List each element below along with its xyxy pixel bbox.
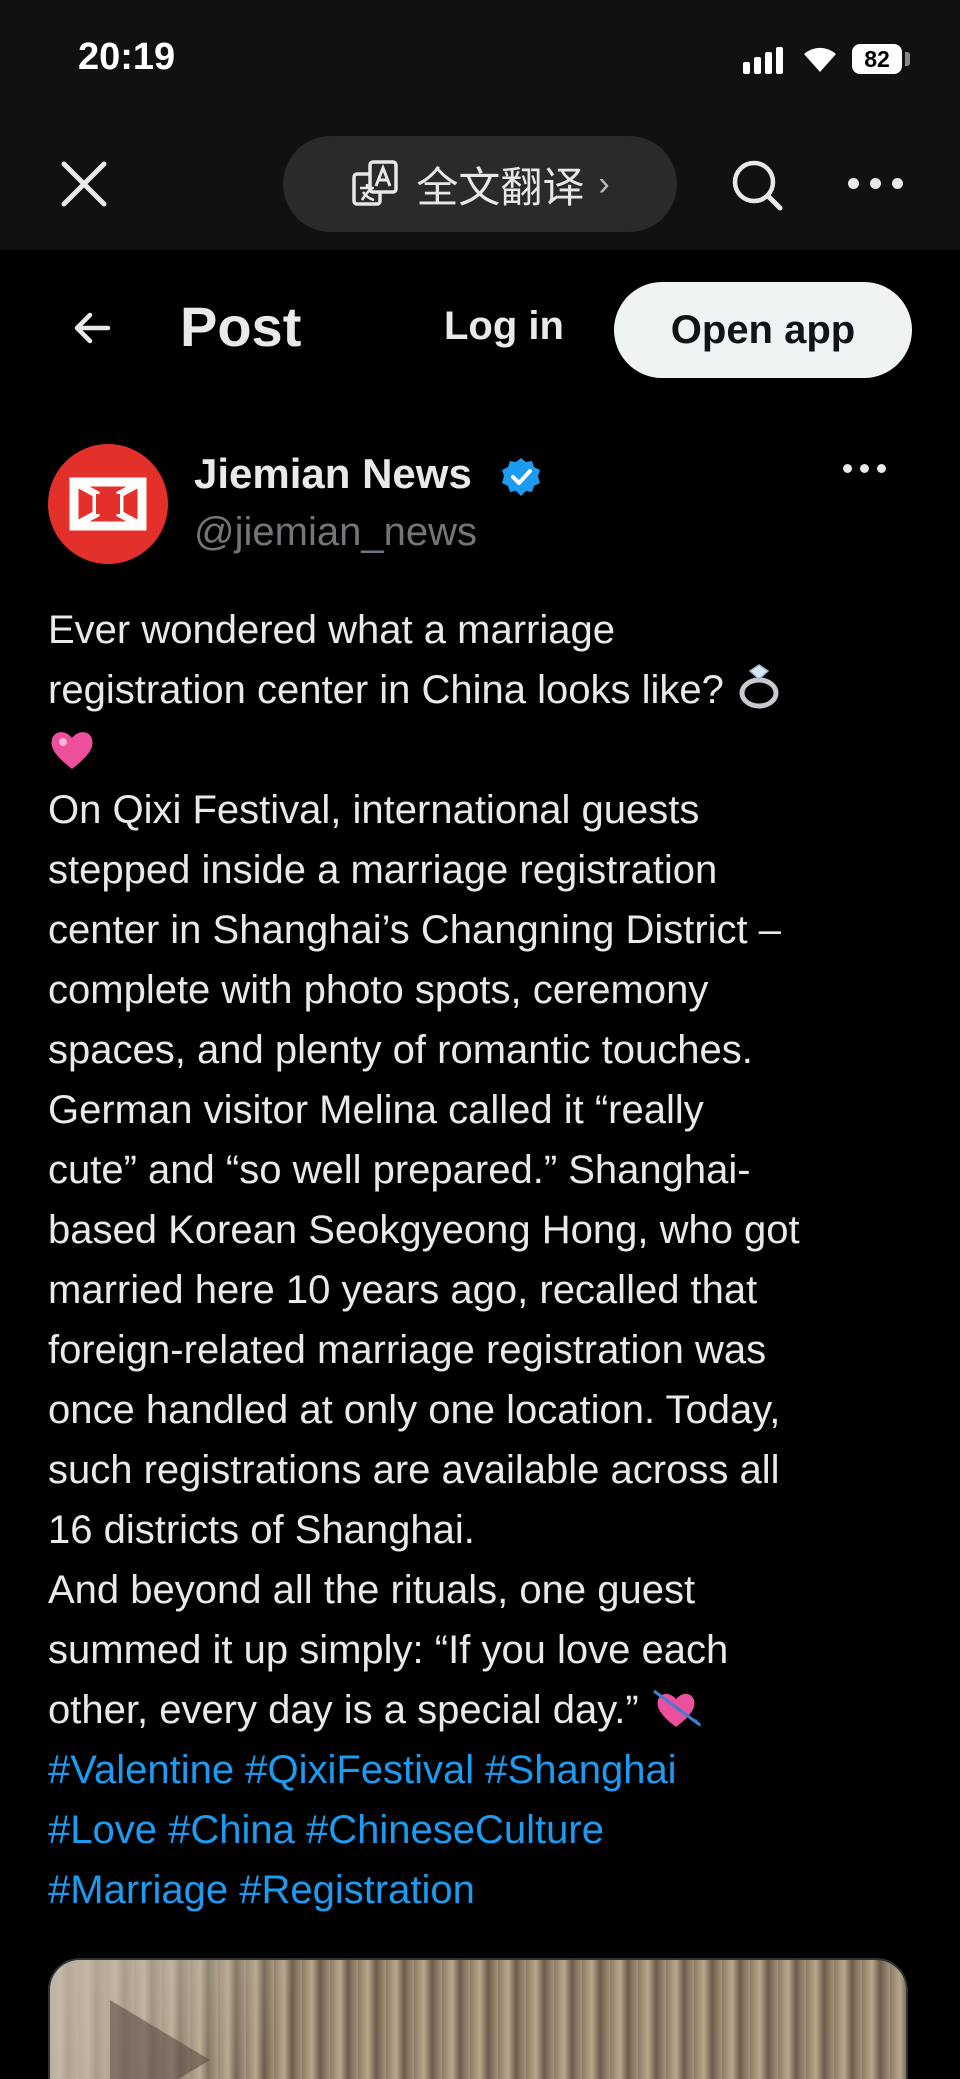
battery-tip (905, 52, 910, 66)
hashtag-link[interactable]: #Love (48, 1808, 157, 1852)
back-arrow-icon[interactable] (72, 308, 112, 348)
post-line: complete with photo spots, ceremony (48, 968, 709, 1012)
pink-heart-emoji (51, 732, 93, 769)
post-media-image[interactable] (48, 1958, 908, 2079)
open-app-button[interactable]: Open app (614, 282, 912, 378)
hashtag-link[interactable]: #QixiFestival (245, 1748, 474, 1792)
status-bar: 20:19 82 (0, 0, 960, 130)
page-title: Post (180, 295, 302, 358)
post-line: based Korean Seokgyeong Hong, who got (48, 1208, 800, 1252)
video-play-icon (110, 2000, 210, 2079)
translate-label: 全文翻译 (416, 162, 585, 212)
heart-arrow-emoji (652, 1689, 702, 1727)
post-line: And beyond all the rituals, one guest (48, 1568, 696, 1612)
post-line: other, every day is a special day.” (48, 1680, 918, 1740)
hashtag-link[interactable]: #Marriage (48, 1868, 228, 1912)
hashtag-line: #Love #China #ChineseCulture (48, 1800, 918, 1860)
post-line: such registrations are available across … (48, 1448, 780, 1492)
post-line: foreign-related marriage registration wa… (48, 1328, 767, 1372)
hashtag-link[interactable]: #Shanghai (485, 1748, 676, 1792)
chevron-right-icon: › (598, 164, 610, 203)
hashtag-link[interactable]: #ChineseCulture (306, 1808, 604, 1852)
author-handle[interactable]: @jiemian_news (194, 510, 477, 555)
verified-badge-icon (502, 458, 540, 496)
post-line: Ever wondered what a marriage (48, 608, 615, 652)
log-in-link[interactable]: Log in (444, 304, 564, 349)
post-line: 16 districts of Shanghai. (48, 1508, 475, 1552)
post-line (48, 720, 918, 780)
post-line: spaces, and plenty of romantic touches. (48, 1028, 753, 1072)
battery-icon: 82 (852, 44, 902, 74)
post-line: German visitor Melina called it “really (48, 1088, 704, 1132)
search-icon[interactable] (730, 158, 786, 214)
translate-icon (352, 160, 399, 206)
signal-icon (743, 47, 783, 74)
avatar[interactable] (48, 444, 168, 564)
wifi-icon (804, 47, 836, 72)
post-line: summed it up simply: “If you love each (48, 1628, 729, 1672)
jiemian-logo-icon (69, 477, 147, 531)
post-line: registration center in China looks like? (48, 660, 918, 720)
close-icon[interactable] (58, 158, 110, 210)
hashtag-link[interactable]: #Registration (239, 1868, 475, 1912)
post-text: Ever wondered what a marriage registrati… (48, 600, 918, 1920)
post-line: center in Shanghai’s Changning District … (48, 908, 782, 952)
ring-emoji (739, 664, 779, 709)
translate-full-text-button[interactable]: 全文翻译 › (283, 136, 677, 232)
post-line: married here 10 years ago, recalled that (48, 1268, 758, 1312)
status-time: 20:19 (78, 36, 176, 78)
hashtag-link[interactable]: #Valentine (48, 1748, 234, 1792)
post-line: once handled at only one location. Today… (48, 1388, 781, 1432)
post-more-options-icon[interactable] (843, 464, 886, 473)
hashtag-line: #Marriage #Registration (48, 1860, 918, 1920)
author-name[interactable]: Jiemian News (194, 450, 472, 498)
post-line: cute” and “so well prepared.” Shanghai- (48, 1148, 751, 1192)
post-line: stepped inside a marriage registration (48, 848, 718, 892)
hashtag-line: #Valentine #QixiFestival #Shanghai (48, 1740, 918, 1800)
post-line: On Qixi Festival, international guests (48, 788, 700, 832)
more-options-icon[interactable] (848, 178, 903, 189)
hashtag-link[interactable]: #China (168, 1808, 295, 1852)
browser-toolbar: 全文翻译 › (0, 130, 960, 250)
